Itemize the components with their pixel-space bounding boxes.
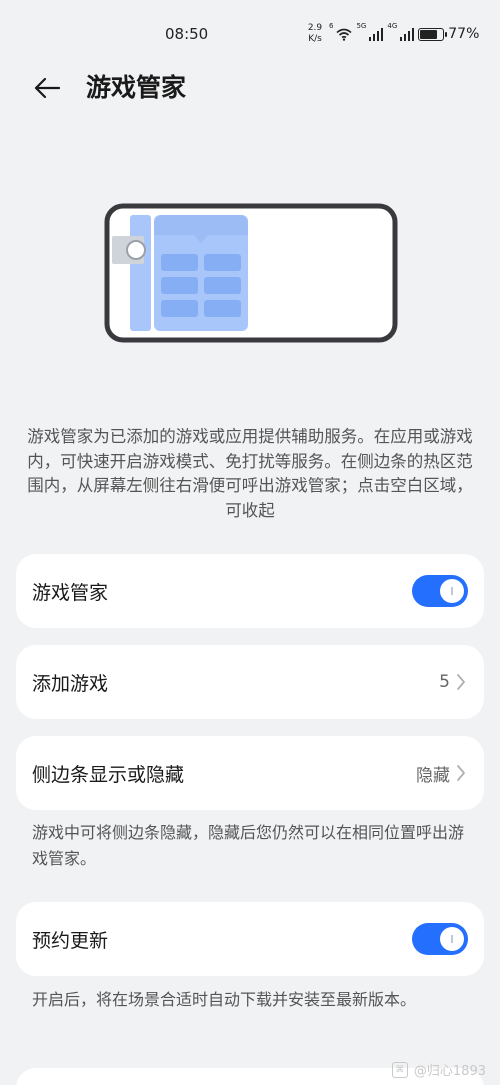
chevron-right-icon bbox=[456, 673, 468, 691]
network-speed: 2.9 K/s bbox=[305, 23, 325, 45]
weibo-logo-icon: ⌘ bbox=[391, 1061, 408, 1078]
feature-description: 游戏管家为已添加的游戏或应用提供辅助服务。在应用或游戏内，可快速开启游戏模式、免… bbox=[27, 427, 473, 520]
wifi-icon bbox=[336, 28, 352, 41]
battery-icon bbox=[418, 27, 448, 41]
toggle-knob bbox=[440, 579, 464, 603]
toggle-knob bbox=[440, 927, 464, 951]
page-title: 游戏管家 bbox=[86, 73, 187, 102]
game-manager-label: 游戏管家 bbox=[32, 581, 109, 604]
scheduled-update-toggle[interactable] bbox=[412, 923, 468, 955]
network-speed-unit: K/s bbox=[308, 34, 322, 44]
scheduled-update-label: 预约更新 bbox=[32, 929, 109, 952]
add-games-label: 添加游戏 bbox=[32, 672, 109, 695]
status-icons: 2.9 K/s 6 5G 4G 77% bbox=[305, 22, 480, 46]
back-button[interactable] bbox=[30, 72, 64, 104]
status-time: 08:50 bbox=[165, 25, 209, 43]
sidebar-visibility-label: 侧边条显示或隐藏 bbox=[32, 763, 185, 786]
sim1-tag: 5G bbox=[356, 22, 367, 30]
sidebar-visibility-value: 隐藏 bbox=[416, 765, 450, 786]
watermark: ⌘ @归心1893 bbox=[391, 1060, 486, 1079]
phone-landscape-sidebar-illustration bbox=[104, 203, 398, 343]
add-games-row[interactable]: 添加游戏 5 bbox=[16, 645, 484, 719]
network-speed-value: 2.9 bbox=[307, 23, 323, 33]
watermark-text: @归心1893 bbox=[413, 1064, 486, 1079]
chevron-right-icon bbox=[456, 764, 468, 782]
wifi-tag: 6 bbox=[329, 22, 334, 30]
sidebar-visibility-row[interactable]: 侧边条显示或隐藏 隐藏 bbox=[16, 736, 484, 810]
sidebar-visibility-note: 游戏中可将侧边条隐藏，隐藏后您仍然可以在相同位置呼出游戏管家。 bbox=[32, 823, 465, 868]
signal-sim2-icon bbox=[400, 27, 415, 41]
arrow-left-icon bbox=[34, 77, 61, 99]
status-bar: 08:50 2.9 K/s 6 5G 4G 77% bbox=[0, 0, 500, 64]
battery-fill bbox=[420, 29, 438, 39]
scheduled-update-row[interactable]: 预约更新 bbox=[16, 902, 484, 976]
scheduled-update-note: 开启后，将在场景合适时自动下载并安装至最新版本。 bbox=[32, 990, 417, 1009]
game-manager-toggle[interactable] bbox=[412, 575, 468, 607]
header: 游戏管家 bbox=[0, 64, 500, 112]
signal-sim1-icon bbox=[369, 27, 384, 41]
game-manager-row[interactable]: 游戏管家 bbox=[16, 554, 484, 628]
sim2-tag: 4G bbox=[387, 22, 398, 30]
battery-percent: 77% bbox=[448, 26, 480, 42]
add-games-count: 5 bbox=[439, 672, 450, 692]
